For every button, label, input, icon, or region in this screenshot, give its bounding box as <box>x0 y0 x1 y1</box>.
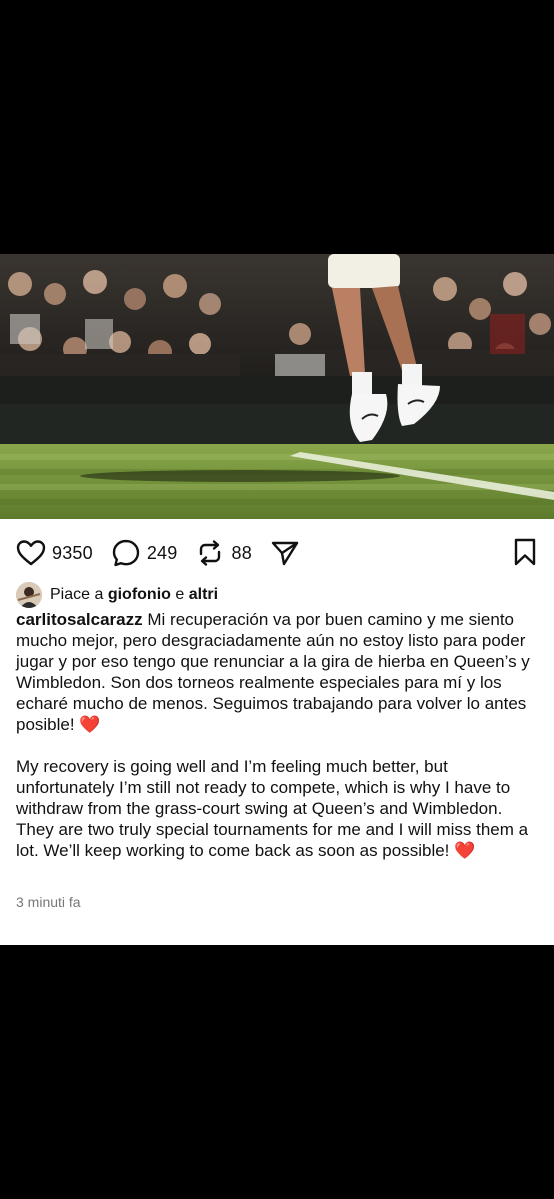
comment-count: 249 <box>146 542 178 563</box>
liked-by-others[interactable]: altri <box>189 586 218 604</box>
caption-english: My recovery is going well and I’m feelin… <box>16 756 541 861</box>
avatar <box>16 582 42 608</box>
top-black-area <box>0 0 554 254</box>
save-button[interactable] <box>512 537 538 572</box>
repost-button[interactable]: 88 <box>195 538 252 568</box>
send-icon <box>271 541 299 566</box>
like-count: 9350 <box>52 542 93 563</box>
comment-button[interactable]: 249 <box>111 538 178 568</box>
post-timestamp: 3 minuti fa <box>16 894 81 910</box>
heart-emoji: ❤️ <box>79 715 101 734</box>
liked-by-connector: e <box>175 586 185 603</box>
caption-spanish: carlitosalcarazz Mi recuperación va por … <box>16 609 541 735</box>
tennis-player-photo <box>0 254 554 519</box>
action-bar: 9350 249 88 <box>16 537 538 569</box>
bookmark-icon <box>514 538 536 566</box>
post-image[interactable] <box>0 254 554 519</box>
caption-en-text: My recovery is going well and I’m feelin… <box>16 757 529 860</box>
like-button[interactable]: 9350 <box>16 539 93 567</box>
post-card: 9350 249 88 Piace a giofonio e altri car… <box>0 519 554 945</box>
liked-by-row[interactable]: Piace a giofonio e altri <box>16 582 218 608</box>
bottom-black-area <box>0 945 554 1199</box>
heart-icon <box>16 540 46 566</box>
repost-count: 88 <box>231 542 252 563</box>
post-caption: carlitosalcarazz Mi recuperación va por … <box>16 609 541 861</box>
share-button[interactable] <box>270 538 300 568</box>
heart-emoji: ❤️ <box>454 841 476 860</box>
liked-by-user[interactable]: giofonio <box>108 586 171 604</box>
repost-icon <box>200 540 221 566</box>
author-username[interactable]: carlitosalcarazz <box>16 610 143 629</box>
liked-by-prefix: Piace a <box>50 586 104 603</box>
comment-bubble-icon <box>112 539 140 567</box>
